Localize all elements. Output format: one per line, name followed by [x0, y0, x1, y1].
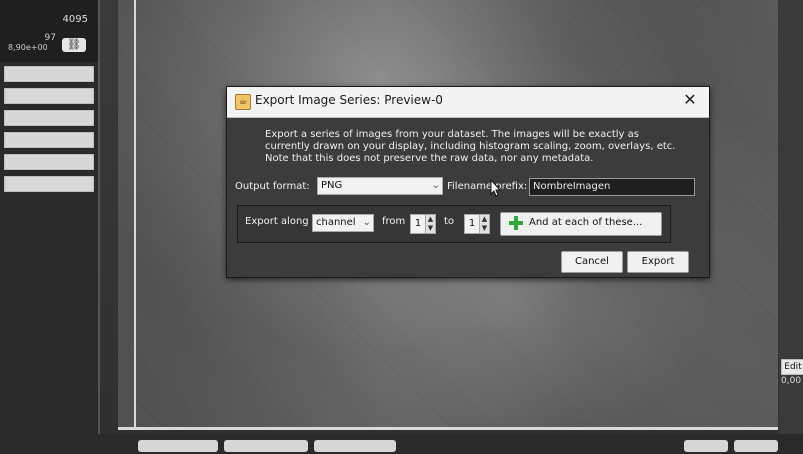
dialog-description: Export a series of images from your data…	[265, 129, 676, 164]
export-button[interactable]: Export	[627, 251, 689, 273]
dialog-title-bar[interactable]: ☕ Export Image Series: Preview-0 ✕	[227, 87, 709, 118]
to-spinner[interactable]: 1 ▲ ▼	[464, 214, 490, 234]
right-controls: Edit 0,00	[779, 0, 803, 454]
left-panel-row[interactable]	[4, 110, 94, 126]
and-at-each-label: And at each of these...	[529, 217, 643, 228]
bottom-button[interactable]	[734, 440, 778, 452]
close-icon[interactable]: ✕	[681, 91, 699, 109]
and-at-each-button[interactable]: And at each of these...	[500, 212, 662, 236]
from-spinner[interactable]: 1 ▲ ▼	[410, 214, 436, 234]
spinner-arrows-icon[interactable]: ▲ ▼	[425, 214, 436, 234]
left-panel-row[interactable]	[4, 66, 94, 82]
link-icon[interactable]: ⛓	[62, 38, 86, 52]
cancel-button[interactable]: Cancel	[561, 251, 623, 273]
left-panel: 4095 97 8,90e+00 ⛓	[0, 0, 100, 454]
export-along-label: Export along	[245, 216, 309, 227]
image-border-horizontal	[118, 427, 778, 430]
export-along-select[interactable]: channel ⌄	[312, 214, 374, 232]
min-value: 8,90e+00	[8, 43, 48, 52]
output-format-select[interactable]: PNG ⌄	[317, 177, 443, 195]
chevron-down-icon: ⌄	[431, 180, 440, 191]
spinner-arrows-icon[interactable]: ▲ ▼	[479, 214, 490, 234]
image-border-vertical	[134, 0, 136, 430]
left-panel-row[interactable]	[4, 132, 94, 148]
histogram-panel: 4095 97 8,90e+00 ⛓	[0, 0, 98, 62]
plus-icon	[509, 216, 523, 230]
output-format-label: Output format:	[235, 181, 310, 192]
bottom-button[interactable]	[224, 440, 308, 452]
export-along-value: channel	[316, 217, 356, 228]
to-value[interactable]: 1	[464, 214, 480, 234]
mid-value: 97	[44, 33, 56, 43]
app-icon: ☕	[235, 94, 251, 110]
max-value: 4095	[62, 14, 88, 25]
filename-prefix-label: Filename prefix:	[447, 181, 528, 192]
left-panel-row[interactable]	[4, 154, 94, 170]
filename-prefix-input[interactable]: NombreImagen	[529, 178, 695, 196]
to-label: to	[444, 216, 455, 227]
bottom-button[interactable]	[138, 440, 218, 452]
chevron-down-icon: ⌄	[362, 217, 371, 228]
bottom-bar	[0, 434, 803, 454]
left-panel-rows	[4, 66, 94, 198]
left-panel-row[interactable]	[4, 176, 94, 192]
screen: 4095 97 8,90e+00 ⛓ Edit 0,00 ☕ Export Im…	[0, 0, 803, 454]
from-value[interactable]: 1	[410, 214, 426, 234]
export-image-series-dialog: ☕ Export Image Series: Preview-0 ✕ Expor…	[226, 86, 710, 278]
bottom-button[interactable]	[684, 440, 728, 452]
filename-prefix-value: NombreImagen	[533, 181, 611, 192]
bottom-button[interactable]	[314, 440, 396, 452]
dialog-title: Export Image Series: Preview-0	[255, 93, 443, 107]
mouse-cursor-icon	[490, 179, 502, 197]
from-label: from	[382, 216, 406, 227]
left-panel-row[interactable]	[4, 88, 94, 104]
output-format-value: PNG	[321, 180, 343, 191]
edit-button[interactable]: Edit	[781, 359, 803, 375]
right-value: 0,00	[781, 376, 802, 386]
export-along-group: Export along channel ⌄ from 1 ▲ ▼ to 1 ▲ ▼…	[237, 205, 671, 243]
